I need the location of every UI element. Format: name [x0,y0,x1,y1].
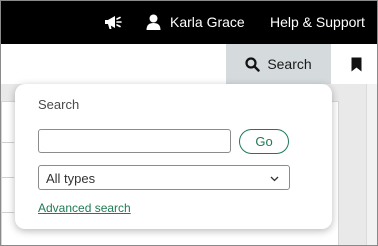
bookmarks-button[interactable] [345,54,367,74]
toolbar: Search [1,44,377,84]
search-panel-title: Search [38,97,80,112]
type-select[interactable]: All types [38,165,290,190]
background-divider [2,212,14,213]
megaphone-icon [105,16,122,29]
background-divider [2,177,14,178]
background-divider [2,142,14,143]
magnifier-icon [245,56,261,72]
search-input[interactable] [38,129,231,153]
type-select-value: All types [46,171,96,186]
announcements-button[interactable] [103,13,123,31]
search-toggle-label: Search [267,56,312,72]
search-toggle-button[interactable]: Search [226,44,331,84]
background-scroll-area [366,84,377,245]
go-button[interactable]: Go [239,129,289,154]
advanced-search-link[interactable]: Advanced search [38,201,131,215]
search-dropdown-panel: Search Go All types Advanced search [15,84,332,229]
person-icon [146,14,161,30]
bookmark-icon [351,57,361,71]
chevron-down-icon [270,176,279,182]
app-frame: Karla Grace Help & Support Search Search… [0,0,378,246]
top-bar: Karla Grace Help & Support [1,1,377,44]
user-menu[interactable]: Karla Grace [146,12,245,32]
user-name: Karla Grace [170,14,245,30]
help-support-link[interactable]: Help & Support [270,14,365,30]
